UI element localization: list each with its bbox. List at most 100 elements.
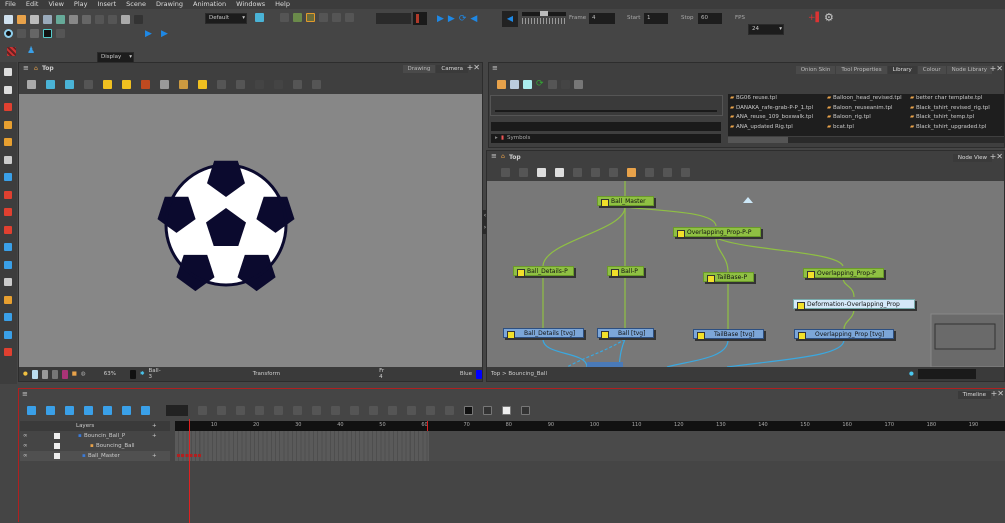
tab-library[interactable]: Library bbox=[887, 66, 917, 74]
layer-row[interactable]: ∞ ▪ Bouncin_Ball_P + bbox=[20, 431, 170, 441]
layer-row[interactable]: ∞ ▪ Ball_Master + bbox=[20, 451, 170, 461]
colour-swatch[interactable] bbox=[476, 369, 483, 379]
frame-grid[interactable] bbox=[175, 431, 429, 461]
new-scene-icon[interactable] bbox=[4, 14, 13, 24]
lock-icon[interactable]: ■ bbox=[72, 371, 77, 377]
undo-icon[interactable] bbox=[69, 14, 78, 24]
workspace-select[interactable]: Default bbox=[205, 13, 247, 24]
frame-white-icon[interactable] bbox=[502, 406, 511, 415]
split-icon[interactable] bbox=[591, 168, 600, 177]
peg-icon[interactable] bbox=[573, 168, 582, 177]
node-tailbase-p[interactable]: TailBase-P bbox=[703, 272, 754, 283]
stack-icon[interactable] bbox=[217, 79, 226, 89]
light-icon[interactable]: ● bbox=[23, 371, 28, 377]
refresh-icon[interactable]: ⟳ bbox=[536, 79, 544, 89]
colour-icon[interactable] bbox=[54, 443, 60, 449]
cutter-icon[interactable] bbox=[4, 225, 12, 234]
cut-icon[interactable] bbox=[95, 14, 104, 24]
prev-kf-icon[interactable] bbox=[312, 406, 321, 415]
template-item[interactable]: ▰ DANAKA_rafe-grab-P-P_1.tpl bbox=[730, 105, 827, 115]
eraser-icon[interactable] bbox=[4, 190, 12, 199]
reposition-icon[interactable] bbox=[4, 348, 12, 356]
stretch-icon[interactable] bbox=[293, 406, 302, 415]
add-close-icon[interactable]: +✕ bbox=[990, 152, 1003, 161]
light-table-icon[interactable] bbox=[46, 79, 55, 89]
add-close-icon[interactable]: +✕ bbox=[991, 389, 1004, 398]
open-library-icon[interactable] bbox=[497, 79, 506, 89]
transform-icon[interactable] bbox=[4, 313, 12, 321]
menu-edit[interactable]: Edit bbox=[21, 0, 44, 9]
template-item[interactable]: ▰ ANA_reuse_109_boxwalk.tpl bbox=[730, 114, 827, 124]
colour-icon[interactable] bbox=[54, 453, 60, 459]
timeline-ruler[interactable]: 10 20 30 40 50 60 70 80 90 100 110 120 130 140 150 160 1… bbox=[175, 421, 1005, 431]
eye-icon[interactable] bbox=[4, 29, 13, 38]
preview-icon[interactable] bbox=[573, 79, 583, 89]
library-scrollbar[interactable] bbox=[728, 137, 1004, 143]
tab-node-library[interactable]: Node Library bbox=[946, 66, 992, 74]
sound-icon[interactable]: ◀ bbox=[470, 14, 477, 24]
palette-icon[interactable]: ◍ bbox=[81, 371, 86, 377]
frame-icon[interactable] bbox=[41, 369, 48, 379]
breadcrumb-top[interactable]: Top bbox=[491, 371, 500, 377]
kf-add-icon[interactable] bbox=[236, 406, 245, 415]
shift-trace-icon[interactable] bbox=[84, 79, 93, 89]
maintain-size-icon[interactable] bbox=[103, 406, 112, 415]
tab-timeline[interactable]: Timeline bbox=[957, 391, 991, 399]
zoom-level[interactable]: 63% bbox=[104, 371, 116, 377]
folder-symbols[interactable]: ▸ ▮ Symbols bbox=[491, 134, 721, 143]
soccer-ball[interactable] bbox=[19, 94, 482, 367]
template-item[interactable]: ▰ Black_tshirt_temp.tpl bbox=[910, 114, 1005, 124]
animate-icon[interactable]: ∞ bbox=[23, 451, 28, 461]
line-icon[interactable] bbox=[160, 79, 169, 89]
spline-icon[interactable] bbox=[122, 406, 131, 415]
ik-icon[interactable] bbox=[413, 12, 427, 25]
contour-icon[interactable] bbox=[4, 85, 12, 94]
transform-box-icon[interactable] bbox=[306, 13, 315, 22]
enable-icon[interactable] bbox=[501, 168, 510, 177]
grid-icon[interactable] bbox=[681, 168, 690, 177]
menu-play[interactable]: Play bbox=[69, 0, 93, 9]
dot-icon[interactable] bbox=[483, 406, 492, 415]
stack4-icon[interactable] bbox=[274, 79, 283, 89]
render-icon[interactable] bbox=[31, 369, 38, 379]
polyline-icon[interactable] bbox=[4, 260, 12, 269]
menu-drawing[interactable]: Drawing bbox=[151, 0, 188, 9]
paste-icon[interactable] bbox=[121, 14, 130, 24]
menu-icon[interactable]: ≡ bbox=[491, 152, 497, 160]
ungroup-icon[interactable] bbox=[555, 168, 564, 177]
text-icon[interactable] bbox=[4, 155, 12, 164]
template-item[interactable]: ▰ Baloon_rig.tpl bbox=[827, 114, 910, 124]
lock-add-icon[interactable] bbox=[122, 79, 131, 89]
playhead[interactable] bbox=[189, 419, 190, 523]
tab-onion-skin[interactable]: Onion Skin bbox=[795, 66, 836, 74]
star-icon[interactable] bbox=[663, 168, 672, 177]
gear-icon[interactable]: ⚙ bbox=[824, 11, 834, 24]
layer-icon[interactable] bbox=[17, 29, 26, 38]
grid-icon[interactable] bbox=[27, 79, 36, 89]
camera-canvas[interactable] bbox=[19, 94, 482, 367]
curve-icon[interactable] bbox=[274, 406, 283, 415]
play-icon[interactable]: ▶ bbox=[437, 14, 444, 24]
stamp-icon[interactable] bbox=[4, 330, 12, 339]
menu-icon[interactable]: ≡ bbox=[23, 64, 29, 72]
tree-icon[interactable] bbox=[645, 168, 654, 177]
sound-scrub-icon[interactable]: ◀ bbox=[502, 11, 518, 27]
template-item[interactable]: ▰ better char template.tpl bbox=[910, 95, 1005, 105]
frame2-icon[interactable] bbox=[51, 369, 58, 379]
menu-insert[interactable]: Insert bbox=[92, 0, 121, 9]
add-close-icon[interactable]: +✕ bbox=[990, 64, 1003, 73]
safe-area-icon[interactable] bbox=[7, 47, 16, 56]
layers-icon[interactable] bbox=[30, 29, 39, 38]
new-icon[interactable] bbox=[523, 79, 532, 89]
template-item[interactable]: ▰ Black_tshirt_revised_rig.tpl bbox=[910, 105, 1005, 115]
arrows-icon[interactable] bbox=[319, 13, 328, 22]
hold-icon[interactable] bbox=[350, 406, 359, 415]
save-as-icon[interactable] bbox=[43, 14, 52, 24]
dropper-icon[interactable] bbox=[4, 208, 12, 216]
blank-select[interactable] bbox=[376, 13, 411, 24]
motion-icon[interactable] bbox=[407, 406, 416, 415]
fps-select[interactable]: 24 bbox=[748, 24, 784, 35]
open-folder-icon[interactable] bbox=[17, 14, 26, 24]
library-search-input[interactable] bbox=[491, 122, 721, 131]
template-item[interactable]: ▰ Baloon_reuseanim.tpl bbox=[827, 105, 910, 115]
